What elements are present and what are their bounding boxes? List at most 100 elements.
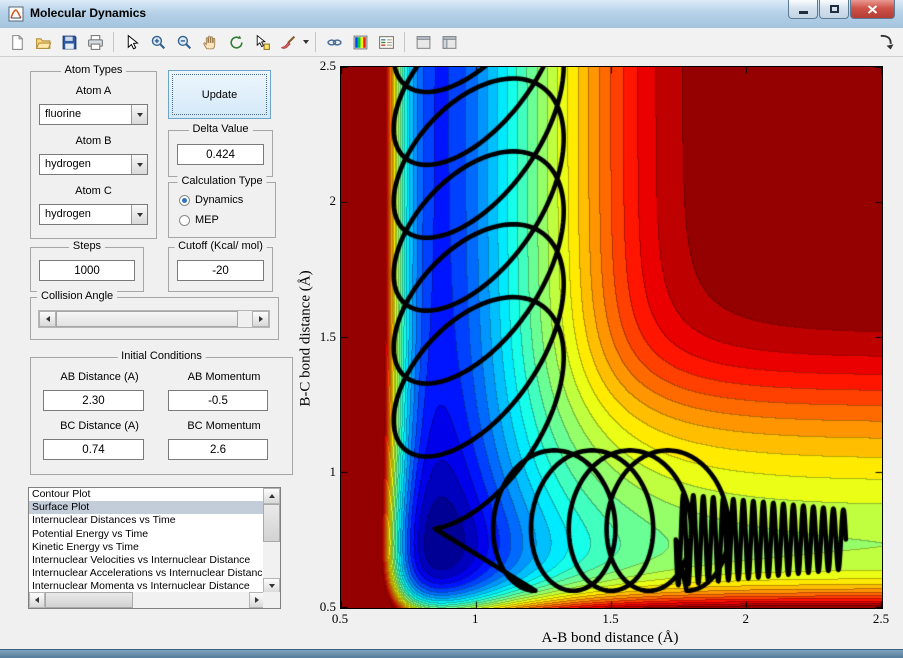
open-file-icon <box>35 37 51 49</box>
listbox-vscrollbar[interactable] <box>263 488 280 594</box>
insert-legend-button[interactable] <box>374 30 398 54</box>
calculation-type-panel: Calculation Type Dynamics MEP <box>168 175 276 238</box>
slider-right-arrow[interactable] <box>252 311 269 327</box>
link-plot-icon <box>326 38 342 46</box>
scrollbar-corner <box>263 592 280 608</box>
toolbar-separator <box>113 32 114 52</box>
chevron-down-icon[interactable] <box>131 105 147 124</box>
radio-mep[interactable]: MEP <box>179 214 219 226</box>
insert-colorbar-icon <box>353 35 367 49</box>
pan-button[interactable] <box>198 30 222 54</box>
delta-value-field[interactable] <box>177 144 264 165</box>
bc-momentum-label: BC Momentum <box>187 420 261 432</box>
radio-dynamics[interactable]: Dynamics <box>179 194 243 206</box>
window-title: Molecular Dynamics <box>30 6 147 20</box>
x-tick-label: 1.5 <box>602 611 619 626</box>
print-figure-button[interactable] <box>83 30 107 54</box>
pan-icon <box>202 35 215 49</box>
listbox-hscrollbar[interactable] <box>29 592 265 608</box>
y-tick-label: 2 <box>329 193 337 209</box>
list-item[interactable]: Contour Plot <box>29 488 263 501</box>
link-plot-button[interactable] <box>322 30 346 54</box>
atom-b-value: hydrogen <box>45 158 91 170</box>
x-tick-label: 2 <box>742 611 750 626</box>
zoom-out-button[interactable] <box>172 30 196 54</box>
open-file-button[interactable] <box>31 30 55 54</box>
y-tick-label: 0.5 <box>319 599 336 614</box>
hide-plot-tools-button[interactable] <box>411 30 435 54</box>
hscroll-thumb[interactable] <box>45 592 133 608</box>
insert-colorbar-button[interactable] <box>348 30 372 54</box>
ab-momentum-field[interactable] <box>168 390 268 411</box>
update-button[interactable]: Update <box>168 70 271 119</box>
y-tick-label: 1 <box>329 463 337 479</box>
minimize-button[interactable] <box>788 0 818 19</box>
collision-angle-slider[interactable] <box>38 310 270 328</box>
hide-plot-tools-icon <box>416 35 430 49</box>
atom-b-label: Atom B <box>75 135 112 147</box>
dock-figure-button[interactable] <box>877 32 897 52</box>
atom-a-value: fluorine <box>45 108 82 120</box>
list-item[interactable]: Surface Plot <box>29 501 263 515</box>
chevron-down-icon[interactable] <box>131 155 147 174</box>
steps-title: Steps <box>68 240 106 252</box>
ab-momentum-label: AB Momentum <box>187 371 261 383</box>
steps-panel: Steps <box>30 240 144 292</box>
print-figure-icon <box>87 34 103 50</box>
data-cursor-button[interactable] <box>250 30 274 54</box>
bc-momentum-field[interactable] <box>168 439 268 460</box>
collision-angle-title: Collision Angle <box>37 290 118 302</box>
list-item[interactable]: Internuclear Distances vs Time <box>29 514 263 527</box>
window-bottom-frame <box>0 649 903 658</box>
slider-left-arrow[interactable] <box>39 311 56 327</box>
show-plot-tools-icon <box>442 35 456 49</box>
list-item[interactable]: Kinetic Energy vs Time <box>29 541 263 554</box>
potential-energy-contour-plot[interactable] <box>340 66 883 609</box>
show-plot-tools-button[interactable] <box>437 30 461 54</box>
initial-conditions-title: Initial Conditions <box>117 350 206 362</box>
atom-a-select[interactable]: fluorine <box>39 104 148 125</box>
atom-c-label: Atom C <box>75 185 112 197</box>
zoom-in-button[interactable] <box>146 30 170 54</box>
plot-type-listbox: Contour Plot Surface Plot Internuclear Dis… <box>28 487 281 609</box>
chevron-down-icon[interactable] <box>131 205 147 224</box>
new-figure-button[interactable] <box>5 30 29 54</box>
delta-value-panel: Delta Value <box>168 123 273 177</box>
maximize-icon <box>829 5 839 13</box>
ab-distance-label: AB Distance (A) <box>60 371 139 383</box>
scroll-up-button[interactable] <box>263 488 280 504</box>
maximize-button[interactable] <box>819 0 849 19</box>
radio-dynamics-label: Dynamics <box>195 194 244 206</box>
titlebar: Molecular Dynamics <box>0 0 903 29</box>
list-item[interactable]: Internuclear Accelerations vs Internucle… <box>29 567 263 580</box>
zoom-in-icon <box>151 35 165 49</box>
vscroll-thumb[interactable] <box>263 504 280 542</box>
atom-a-label: Atom A <box>75 85 112 97</box>
save-figure-button[interactable] <box>57 30 81 54</box>
initial-conditions-panel: Initial Conditions AB Distance (A) AB Mo… <box>30 350 293 475</box>
plot-type-list-items: Contour Plot Surface Plot Internuclear Dis… <box>29 488 263 594</box>
rotate-3d-button[interactable] <box>224 30 248 54</box>
scroll-left-button[interactable] <box>29 592 45 608</box>
list-item[interactable]: Internuclear Velocities vs Internuclear … <box>29 554 263 567</box>
edit-plot-button[interactable] <box>120 30 144 54</box>
calculation-type-title: Calculation Type <box>177 175 267 187</box>
collision-angle-panel: Collision Angle <box>30 290 279 340</box>
y-tick-label: 1.5 <box>319 328 336 344</box>
atom-b-select[interactable]: hydrogen <box>39 154 148 175</box>
bc-distance-field[interactable] <box>43 439 144 460</box>
slider-thumb[interactable] <box>56 311 238 327</box>
close-button[interactable] <box>850 0 895 19</box>
rotate-3d-icon <box>229 35 243 49</box>
atom-types-panel: Atom Types Atom A fluorine Atom B hydrog… <box>30 64 157 239</box>
toolbar <box>0 28 903 57</box>
atom-c-select[interactable]: hydrogen <box>39 204 148 225</box>
brush-data-button[interactable] <box>276 30 300 54</box>
data-cursor-icon <box>256 34 270 50</box>
list-item[interactable]: Potential Energy vs Time <box>29 528 263 541</box>
cutoff-field[interactable] <box>177 260 264 281</box>
steps-field[interactable] <box>39 260 135 281</box>
brush-dropdown-arrow[interactable] <box>301 30 310 54</box>
bc-distance-label: BC Distance (A) <box>60 420 139 432</box>
ab-distance-field[interactable] <box>43 390 144 411</box>
